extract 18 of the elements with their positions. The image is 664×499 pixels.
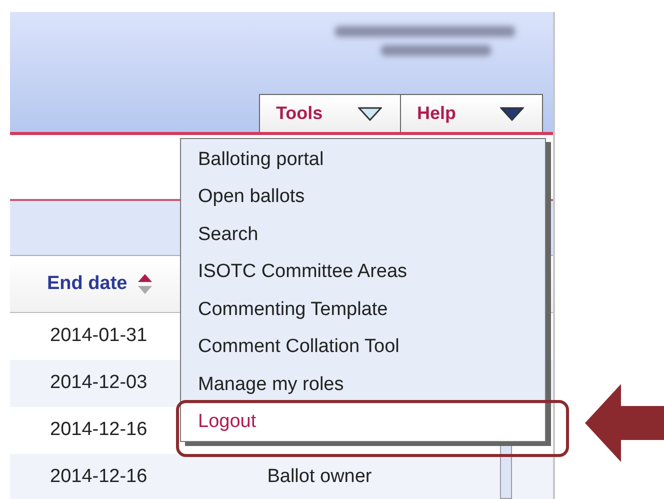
menu-item[interactable]: Comment Collation Tool xyxy=(181,328,545,366)
menu-item[interactable]: Search xyxy=(181,216,545,254)
column-header[interactable]: End date xyxy=(47,270,128,298)
menu-item[interactable]: Balloting portal xyxy=(181,141,545,178)
menu-item[interactable]: Manage my roles xyxy=(181,366,545,404)
table-cell-text: 2014-12-16 xyxy=(50,418,148,442)
sort-icon[interactable] xyxy=(137,272,154,296)
menu-item[interactable]: Logout xyxy=(181,404,545,441)
menu-item[interactable]: ISOTC Committee Areas xyxy=(181,254,545,291)
menu-item[interactable]: Open ballots xyxy=(181,178,545,216)
table-cell-text: 2014-01-31 xyxy=(50,324,148,348)
table-cell-text: 2014-12-16 xyxy=(50,465,148,490)
menu-button[interactable]: Tools xyxy=(259,94,401,132)
menu-button[interactable]: Help xyxy=(401,94,543,132)
arrow-icon xyxy=(585,384,664,462)
table-cell-text: Ballot owner xyxy=(267,465,372,490)
table-cell-text: 2014-12-03 xyxy=(50,371,148,396)
menu-item[interactable]: Commenting Template xyxy=(181,291,545,328)
